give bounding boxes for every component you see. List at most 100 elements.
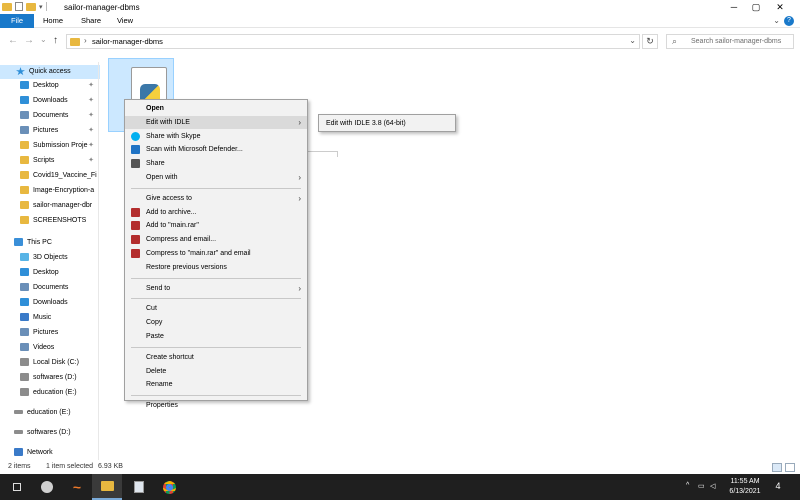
folder-icon — [20, 156, 29, 165]
address-bar[interactable]: › sailor-manager-dbms ⌄ — [66, 34, 640, 49]
menu-item-label: Restore previous versions — [146, 263, 227, 271]
properties-icon[interactable] — [15, 2, 23, 11]
folder-icon — [20, 343, 29, 352]
app-icon — [134, 481, 144, 493]
search-box[interactable]: ⌕ Search sailor-manager-dbms — [666, 34, 794, 49]
navigation-divider — [98, 62, 99, 460]
breadcrumb[interactable]: sailor-manager-dbms — [92, 37, 163, 46]
navigation-pane: Quick access Desktop ✦ Downloads ✦ Documents… — [0, 62, 100, 460]
sidebar-item-documents[interactable]: Documents ✦ — [0, 109, 100, 123]
menu-item-paste[interactable]: Paste — [125, 330, 307, 343]
menu-item-properties[interactable]: Properties — [125, 399, 307, 412]
tab-view[interactable]: View — [112, 14, 138, 28]
forward-arrow-icon[interactable]: → — [24, 35, 34, 46]
menu-item-share[interactable]: Share — [125, 157, 307, 170]
folder-icon — [20, 186, 29, 195]
menu-item-give-access-to[interactable]: Give access to › — [125, 192, 307, 205]
sidebar-item-desktop[interactable]: Desktop ✦ — [0, 79, 100, 93]
taskbar-app-1[interactable] — [32, 474, 62, 500]
pin-icon: ✦ — [88, 157, 94, 164]
sidebar-item-scripts[interactable]: Scripts ✦ — [0, 154, 100, 168]
help-icon[interactable]: ? — [784, 16, 794, 26]
up-arrow-icon[interactable]: ↑ — [53, 35, 58, 46]
expand-ribbon-icon[interactable]: ⌄ — [773, 16, 780, 25]
sidebar-item-covid19-vaccine-fi[interactable]: Covid19_Vaccine_Fi — [0, 169, 100, 183]
tab-home[interactable]: Home — [40, 14, 66, 28]
sidebar-item-videos[interactable]: Videos — [0, 341, 100, 355]
separator — [45, 2, 47, 11]
sidebar-item-label: Music — [33, 314, 52, 321]
sidebar-item-quick-access[interactable]: Quick access — [0, 65, 100, 79]
folder-icon — [20, 268, 29, 277]
close-button[interactable]: ✕ — [758, 0, 800, 14]
folder-icon — [20, 111, 29, 120]
sidebar-item-education-e[interactable]: education (E:) — [0, 406, 100, 420]
recent-locations-icon[interactable]: ⌄ — [40, 35, 47, 44]
volume-icon[interactable]: ◁ — [710, 482, 715, 490]
refresh-button[interactable]: ↻ — [642, 34, 658, 49]
tab-file[interactable]: File — [0, 14, 34, 28]
menu-item-compress-to-main-rar-and-email[interactable]: Compress to "main.rar" and email — [125, 247, 307, 260]
menu-item-scan-with-microsoft-defender[interactable]: Scan with Microsoft Defender... — [125, 143, 307, 156]
menu-item-add-to-archive[interactable]: Add to archive... — [125, 206, 307, 219]
folder-icon — [20, 171, 29, 180]
new-folder-icon[interactable] — [26, 2, 36, 11]
share-icon — [131, 159, 140, 169]
menu-item-compress-and-email[interactable]: Compress and email... — [125, 233, 307, 246]
tab-share[interactable]: Share — [78, 14, 104, 28]
app-icon: ~ — [72, 479, 82, 495]
sidebar-item-education-e[interactable]: education (E:) — [0, 386, 100, 400]
sidebar-item-this-pc[interactable]: This PC — [0, 236, 100, 250]
notification-center-icon[interactable]: 4 — [772, 481, 784, 493]
clock[interactable]: 11:55 AM 6/13/2021 — [723, 477, 767, 497]
start-button[interactable] — [2, 474, 32, 500]
network-status-icon[interactable]: ▭ — [698, 482, 705, 490]
menu-separator — [131, 395, 301, 397]
folder-icon — [20, 141, 29, 150]
menu-item-copy[interactable]: Copy — [125, 316, 307, 329]
sidebar-item-sailor-manager-dbr[interactable]: sailor-manager-dbr — [0, 199, 100, 213]
customize-toolbar-icon[interactable]: ▾ — [39, 3, 43, 11]
menu-item-open[interactable]: Open — [125, 102, 307, 115]
sidebar-item-image-encryption-a[interactable]: Image-Encryption-a — [0, 184, 100, 198]
menu-item-rename[interactable]: Rename — [125, 378, 307, 391]
menu-item-send-to[interactable]: Send to › — [125, 282, 307, 295]
sidebar-item-local-disk-c[interactable]: Local Disk (C:) — [0, 356, 100, 370]
large-icons-view-icon[interactable] — [785, 463, 795, 472]
menu-item-label: Compress to "main.rar" and email — [146, 250, 251, 257]
taskbar-file-explorer[interactable] — [92, 474, 122, 500]
menu-item-add-to-main-rar[interactable]: Add to "main.rar" — [125, 219, 307, 232]
sidebar-item-downloads[interactable]: Downloads ✦ — [0, 94, 100, 108]
address-dropdown-icon[interactable]: ⌄ — [629, 36, 636, 45]
menu-item-edit-with-idle[interactable]: Edit with IDLE › — [125, 115, 307, 129]
sidebar-item-submission-proje[interactable]: Submission Proje ✦ — [0, 139, 100, 153]
submenu-arrow-icon: › — [298, 173, 301, 182]
sidebar-item-softwares-d[interactable]: softwares (D:) — [0, 371, 100, 385]
sidebar-item-downloads[interactable]: Downloads — [0, 296, 100, 310]
search-input[interactable]: Search sailor-manager-dbms — [691, 38, 781, 45]
sidebar-item-network[interactable]: Network — [0, 446, 100, 460]
sidebar-item-softwares-d[interactable]: softwares (D:) — [0, 426, 100, 440]
menu-item-label: Delete — [146, 367, 167, 375]
taskbar-app-2[interactable]: ~ — [62, 474, 92, 500]
sidebar-item-music[interactable]: Music — [0, 311, 100, 325]
address-row: ← → ⌄ ↑ › sailor-manager-dbms ⌄ ↻ ⌕ Sear… — [0, 30, 800, 52]
back-arrow-icon[interactable]: ← — [8, 35, 18, 46]
menu-item-cut[interactable]: Cut — [125, 302, 307, 315]
show-hidden-icons-icon[interactable]: ^ — [686, 482, 689, 489]
sidebar-item-documents[interactable]: Documents — [0, 281, 100, 295]
menu-item-open-with[interactable]: Open with › — [125, 171, 307, 184]
sidebar-item-3d-objects[interactable]: 3D Objects — [0, 251, 100, 265]
menu-item-restore-previous-versions[interactable]: Restore previous versions — [125, 261, 307, 274]
menu-item-edit-with-idle-38[interactable]: Edit with IDLE 3.8 (64-bit) — [319, 117, 455, 130]
details-view-icon[interactable] — [772, 463, 782, 472]
sidebar-item-desktop[interactable]: Desktop — [0, 266, 100, 280]
sidebar-item-pictures[interactable]: Pictures ✦ — [0, 124, 100, 138]
sidebar-item-screenshots[interactable]: SCREENSHOTS — [0, 214, 100, 228]
menu-item-share-with-skype[interactable]: Share with Skype — [125, 130, 307, 143]
menu-item-create-shortcut[interactable]: Create shortcut — [125, 351, 307, 364]
menu-item-delete[interactable]: Delete — [125, 365, 307, 378]
taskbar-chrome[interactable] — [154, 474, 184, 500]
taskbar-app-3[interactable] — [124, 474, 154, 500]
sidebar-item-pictures[interactable]: Pictures — [0, 326, 100, 340]
